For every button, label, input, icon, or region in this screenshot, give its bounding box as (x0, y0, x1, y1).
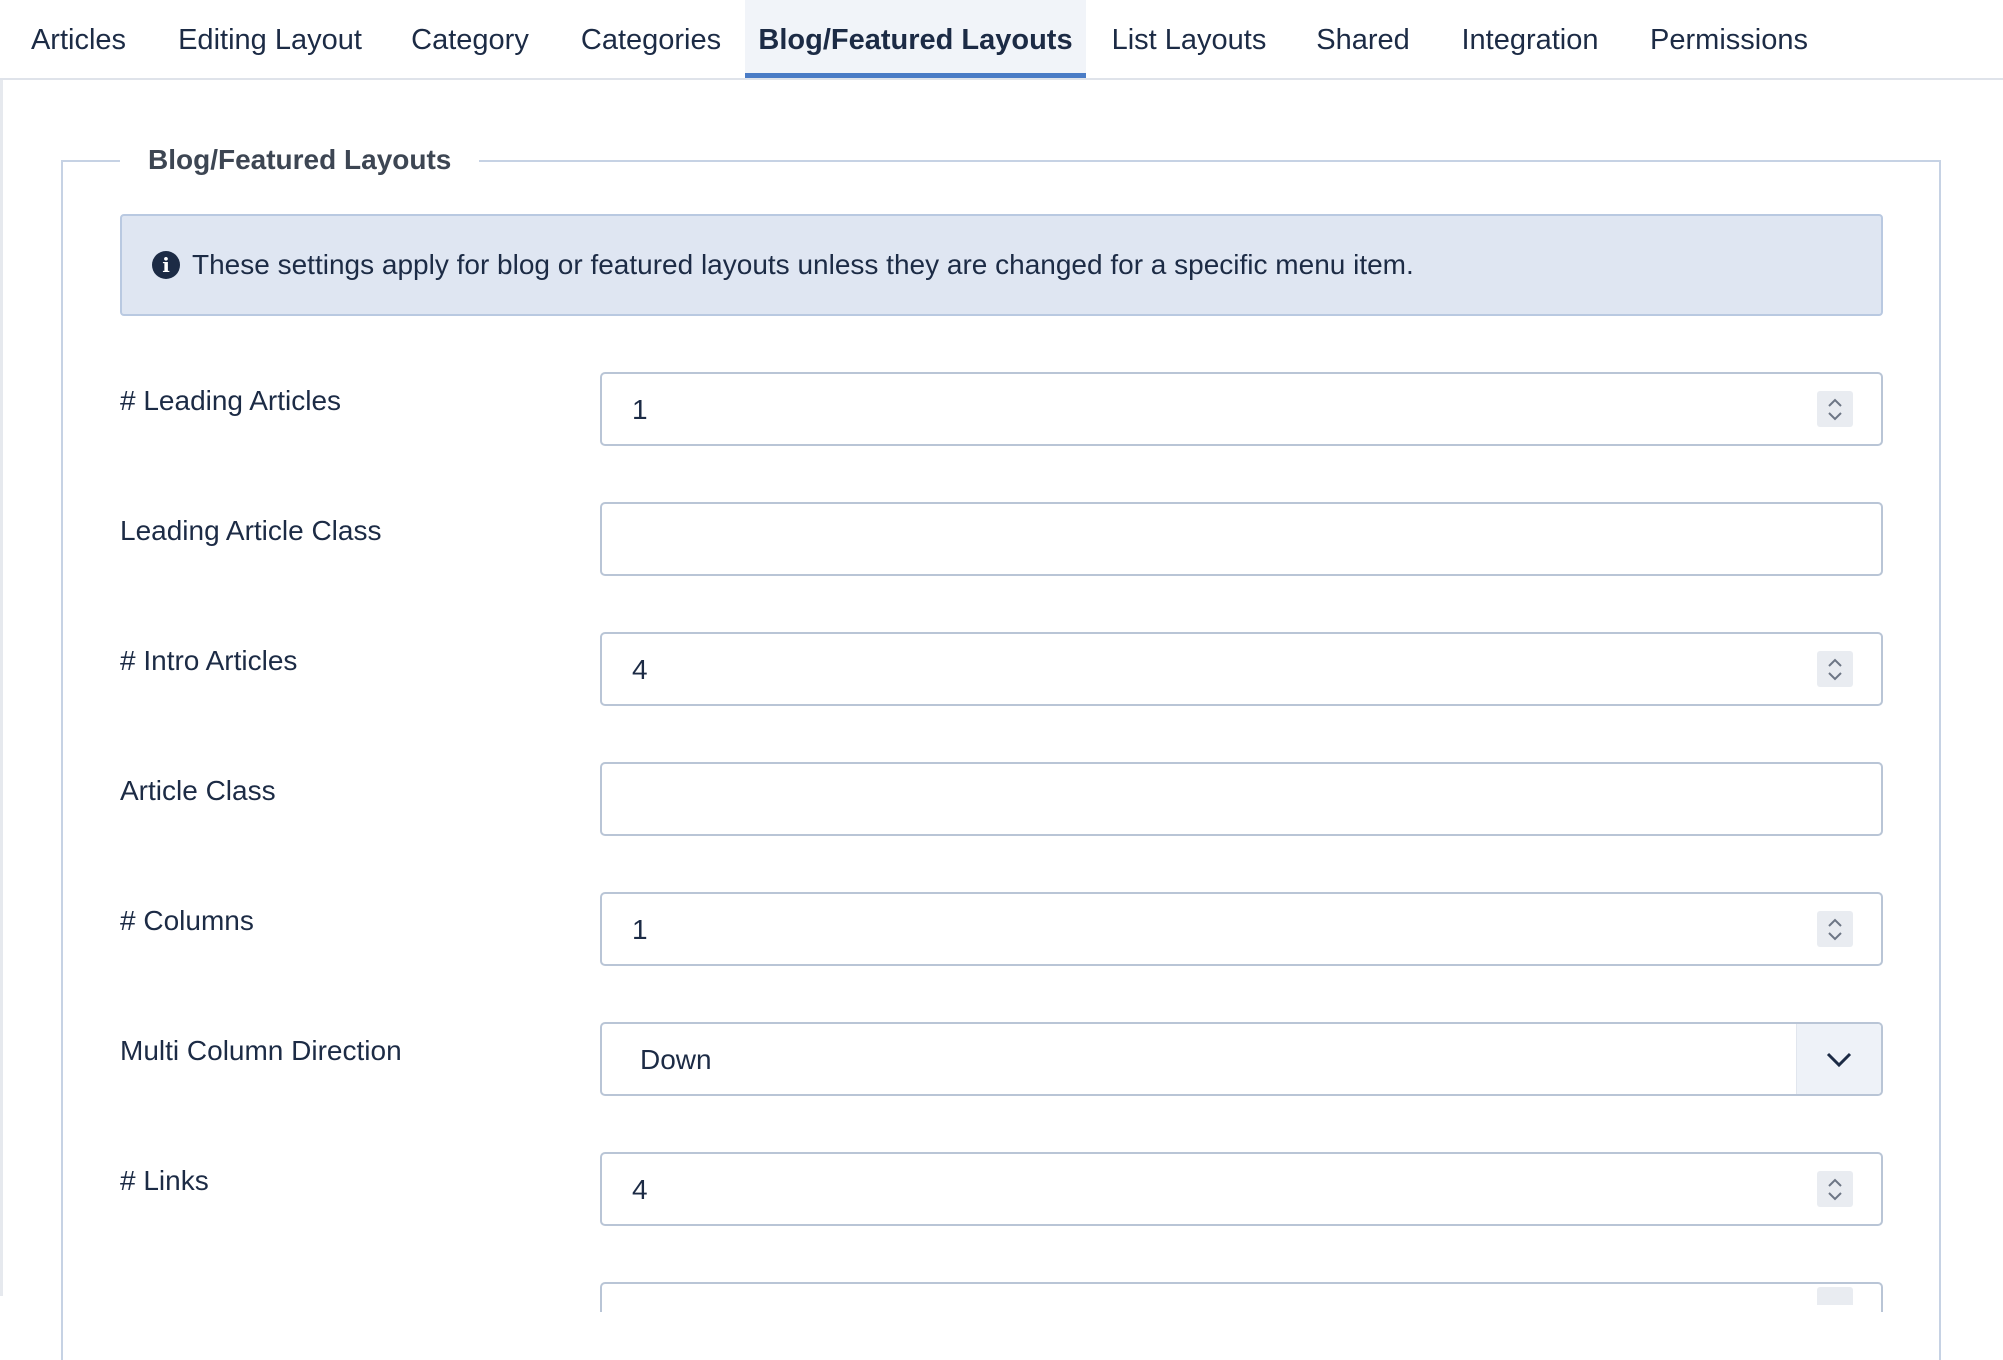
multi-column-direction-select[interactable]: Down (600, 1022, 1883, 1096)
leading-article-class-label: Leading Article Class (120, 515, 382, 546)
tab-permissions[interactable]: Permissions (1626, 0, 1832, 78)
leading-articles-value: 1 (632, 394, 648, 425)
leading-articles-label: # Leading Articles (120, 385, 342, 416)
tab-list-layouts[interactable]: List Layouts (1086, 0, 1292, 78)
info-alert-text: These settings apply for blog or feature… (192, 249, 1414, 280)
info-icon: i (152, 251, 180, 279)
tab-editing-layout[interactable]: Editing Layout (157, 0, 383, 78)
tab-categories[interactable]: Categories (557, 0, 745, 78)
tab-shared[interactable]: Shared (1292, 0, 1434, 78)
multi-column-direction-value: Down (640, 1044, 712, 1075)
columns-value: 1 (632, 914, 648, 945)
links-value: 4 (632, 1174, 648, 1205)
multi-column-direction-label: Multi Column Direction (120, 1035, 402, 1066)
tab-articles[interactable]: Articles (0, 0, 157, 78)
links-input[interactable]: 4 (600, 1152, 1883, 1226)
next-field-input[interactable] (600, 1282, 1883, 1312)
links-label: # Links (120, 1165, 209, 1196)
number-spinner-icon[interactable] (1817, 1287, 1853, 1305)
intro-articles-value: 4 (632, 654, 648, 685)
tab-integration[interactable]: Integration (1434, 0, 1626, 78)
tab-bar: Articles Editing Layout Category Categor… (0, 0, 2003, 80)
leading-articles-input[interactable]: 1 (600, 372, 1883, 446)
article-class-input[interactable] (600, 762, 1883, 836)
leading-article-class-input[interactable] (600, 502, 1883, 576)
info-alert: i These settings apply for blog or featu… (120, 214, 1883, 316)
article-class-label: Article Class (120, 775, 276, 806)
page-border (0, 0, 3, 1296)
intro-articles-label: # Intro Articles (120, 645, 298, 676)
tab-blog-featured-layouts[interactable]: Blog/Featured Layouts (745, 0, 1086, 78)
intro-articles-input[interactable]: 4 (600, 632, 1883, 706)
number-spinner-icon[interactable] (1817, 651, 1853, 687)
fieldset-legend: Blog/Featured Layouts (120, 140, 480, 180)
columns-input[interactable]: 1 (600, 892, 1883, 966)
number-spinner-icon[interactable] (1817, 911, 1853, 947)
chevron-down-icon[interactable] (1796, 1024, 1881, 1094)
columns-label: # Columns (120, 905, 254, 936)
number-spinner-icon[interactable] (1817, 391, 1853, 427)
tab-category[interactable]: Category (383, 0, 557, 78)
number-spinner-icon[interactable] (1817, 1171, 1853, 1207)
